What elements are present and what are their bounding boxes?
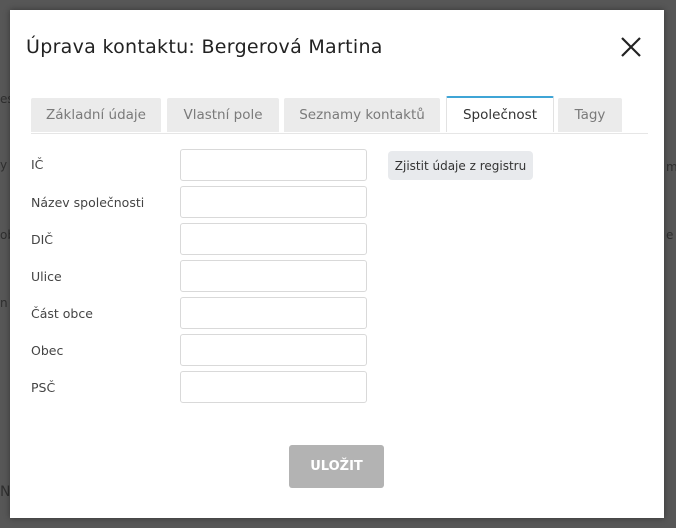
close-icon (621, 37, 641, 57)
field-label-ic: IČ (31, 157, 44, 172)
close-button[interactable] (618, 34, 644, 60)
modal-title: Úprava kontaktu: Bergerová Martina (26, 36, 383, 58)
background-fragment: e (666, 228, 674, 242)
field-label-city: Obec (31, 343, 64, 358)
company-name-input[interactable] (180, 186, 367, 218)
background-fragment: m (666, 160, 676, 174)
field-label-district: Část obce (31, 306, 93, 321)
field-label-zip: PSČ (31, 380, 56, 395)
tab-custom-fields[interactable]: Vlastní pole (167, 98, 279, 132)
tab-bar: Základní údaje Vlastní pole Seznamy kont… (31, 96, 648, 134)
field-label-street: Ulice (31, 269, 62, 284)
edit-contact-modal: Úprava kontaktu: Bergerová Martina Zákla… (10, 10, 664, 518)
district-input[interactable] (180, 297, 367, 329)
save-button[interactable]: ULOŽIT (289, 445, 384, 488)
field-label-company-name: Název společnosti (31, 195, 145, 210)
tab-contact-lists[interactable]: Seznamy kontaktů (284, 98, 440, 132)
ic-input[interactable] (180, 149, 367, 181)
tab-basic-info[interactable]: Základní údaje (31, 98, 161, 132)
zip-input[interactable] (180, 371, 367, 403)
dic-input[interactable] (180, 223, 367, 255)
city-input[interactable] (180, 334, 367, 366)
street-input[interactable] (180, 260, 367, 292)
background-fragment: n (0, 296, 8, 310)
field-label-dic: DIČ (31, 232, 54, 247)
background-fragment: y (0, 158, 8, 172)
background-fragment: N (0, 484, 11, 500)
lookup-registry-button[interactable]: Zjistit údaje z registru (388, 151, 533, 180)
tab-company[interactable]: Společnost (446, 96, 554, 132)
tab-tags[interactable]: Tagy (558, 98, 622, 132)
